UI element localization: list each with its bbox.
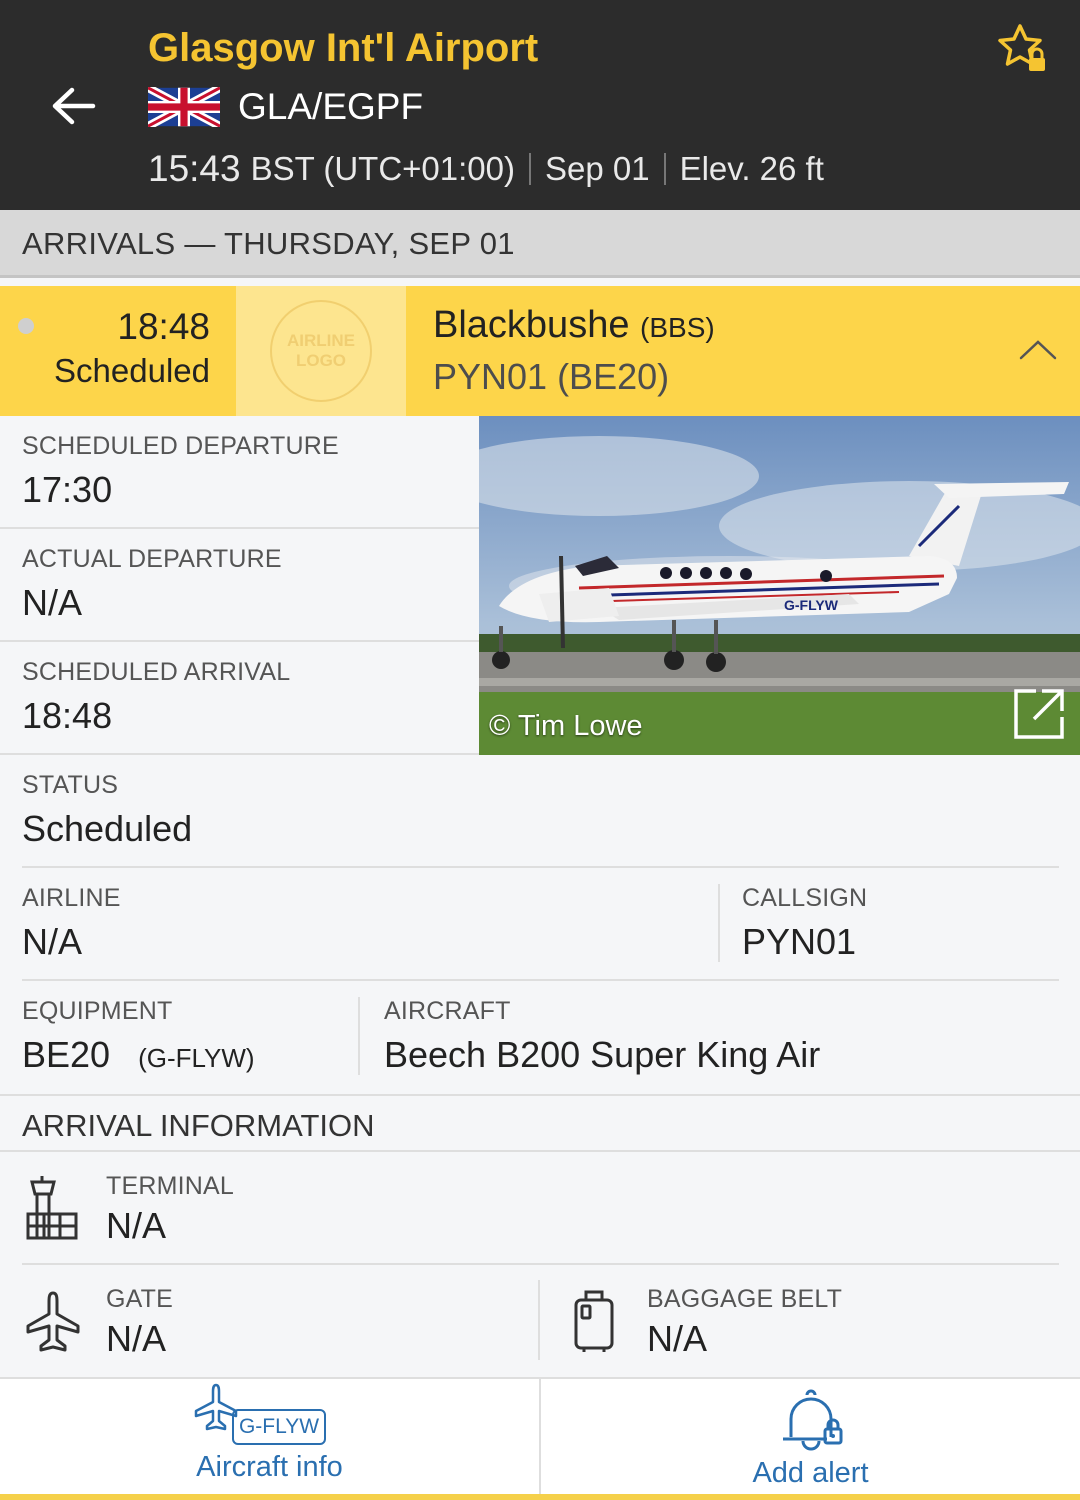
bottom-accent-bar — [0, 1494, 1080, 1500]
airline: AIRLINE N/A — [22, 884, 121, 963]
open-external-icon[interactable] — [1012, 687, 1066, 741]
logo-text-1: AIRLINE — [287, 331, 355, 350]
airline-logo: AIRLINE LOGO — [236, 286, 406, 416]
terminal-label: TERMINAL — [106, 1172, 235, 1200]
uk-flag-icon — [148, 87, 220, 127]
scheduled-arrival-label: SCHEDULED ARRIVAL — [22, 658, 291, 686]
aircraft-info-label: Aircraft info — [196, 1451, 343, 1483]
status-value: Scheduled — [22, 808, 193, 849]
divider — [358, 997, 360, 1075]
actual-departure: ACTUAL DEPARTURE N/A — [22, 545, 282, 624]
airline-label: AIRLINE — [22, 884, 121, 912]
scheduled-departure-label: SCHEDULED DEPARTURE — [22, 432, 339, 460]
arrivals-section-header: ARRIVALS — THURSDAY, SEP 01 — [0, 210, 1080, 278]
photo-credit: © Tim Lowe — [489, 710, 643, 742]
equipment-registration: (G-FLYW) — [138, 1043, 255, 1073]
add-alert-button[interactable]: Add alert — [541, 1379, 1080, 1495]
control-tower-icon — [26, 1176, 78, 1240]
divider — [718, 884, 720, 962]
bottom-action-bar: G-FLYW Aircraft info Add alert — [0, 1377, 1080, 1500]
scheduled-arrival: SCHEDULED ARRIVAL 18:48 — [22, 658, 290, 737]
divider — [0, 527, 479, 529]
app-header: Glasgow Int'l Airport GLA/EGPF 15:43 BST… — [0, 0, 1080, 210]
favorite-button[interactable] — [996, 22, 1050, 76]
scheduled-departure: SCHEDULED DEPARTURE 17:30 — [22, 432, 339, 511]
divider — [22, 979, 1059, 981]
airport-codes: GLA/EGPF — [238, 86, 424, 127]
arrival-info-header: ARRIVAL INFORMATION — [0, 1094, 1080, 1152]
flight-summary-row[interactable]: 18:48 Scheduled AIRLINE LOGO Blackbushe … — [0, 286, 1080, 416]
aircraft-photo-image: G-FLYW — [479, 416, 1080, 755]
section-title: ARRIVALS — THURSDAY, SEP 01 — [22, 226, 515, 261]
airline-logo-placeholder: AIRLINE LOGO — [270, 300, 372, 402]
flight-time: 18:48 — [117, 306, 210, 347]
origin-code: (BBS) — [640, 312, 715, 343]
equipment: EQUIPMENT BE20 (G-FLYW) — [22, 997, 255, 1076]
status-dot-icon — [18, 318, 34, 334]
actual-departure-value: N/A — [22, 582, 83, 623]
divider — [22, 1263, 1059, 1265]
flight-origin: Blackbushe (BBS) — [433, 304, 715, 347]
gate: GATE N/A — [106, 1285, 173, 1360]
equipment-value: BE20 (G-FLYW) — [22, 1034, 255, 1076]
gate-label: GATE — [106, 1285, 174, 1313]
arrow-left-icon — [52, 87, 96, 125]
status-label: STATUS — [22, 771, 119, 799]
aircraft-label: AIRCRAFT — [384, 997, 511, 1025]
divider — [0, 640, 479, 642]
flight-number: PYN01 (BE20) — [433, 356, 670, 397]
add-alert-label: Add alert — [752, 1457, 869, 1489]
airport-meta: 15:43 BST (UTC+01:00) Sep 01 Elev. 26 ft — [148, 148, 824, 190]
callsign-value: PYN01 — [742, 921, 857, 962]
logo-text-2: LOGO — [295, 351, 347, 370]
actual-departure-label: ACTUAL DEPARTURE — [22, 545, 282, 573]
aircraft: AIRCRAFT Beech B200 Super King Air — [384, 997, 820, 1076]
scheduled-arrival-value: 18:48 — [22, 695, 113, 736]
divider — [663, 153, 666, 185]
timezone: BST (UTC+01:00) — [250, 150, 515, 187]
flight-status: Scheduled — [54, 352, 210, 389]
baggage-icon — [574, 1290, 614, 1352]
aircraft-registration-tag: G-FLYW — [232, 1409, 326, 1445]
chevron-up-icon[interactable] — [1018, 334, 1058, 364]
divider — [529, 153, 531, 185]
elevation: Elev. 26 ft — [679, 150, 824, 187]
aircraft-info-button[interactable]: G-FLYW Aircraft info — [0, 1379, 539, 1495]
airport-code-row: GLA/EGPF — [148, 86, 423, 128]
divider — [22, 866, 1059, 868]
local-time: 15:43 — [148, 148, 241, 189]
airport-name: Glasgow Int'l Airport — [148, 26, 539, 70]
arrival-info-title: ARRIVAL INFORMATION — [22, 1108, 375, 1143]
equipment-type: BE20 — [22, 1034, 111, 1075]
flight-time-block: 18:48 Scheduled — [0, 286, 236, 416]
local-date: Sep 01 — [545, 150, 650, 187]
terminal-value: N/A — [106, 1205, 167, 1246]
airplane-icon — [26, 1291, 80, 1352]
star-lock-icon — [998, 24, 1045, 71]
gate-value: N/A — [106, 1318, 167, 1359]
callsign: CALLSIGN PYN01 — [742, 884, 867, 963]
scheduled-departure-value: 17:30 — [22, 469, 113, 510]
callsign-label: CALLSIGN — [742, 884, 868, 912]
baggage-value: N/A — [647, 1318, 708, 1359]
tail-registration: G-FLYW — [784, 597, 839, 613]
baggage-label: BAGGAGE BELT — [647, 1285, 843, 1313]
equipment-label: EQUIPMENT — [22, 997, 173, 1025]
terminal: TERMINAL N/A — [106, 1172, 234, 1247]
aircraft-photo[interactable]: G-FLYW © Tim Lowe — [479, 416, 1080, 755]
baggage-belt: BAGGAGE BELT N/A — [647, 1285, 842, 1360]
bell-lock-icon — [783, 1389, 843, 1451]
status: STATUS Scheduled — [22, 771, 192, 850]
origin-name: Blackbushe — [433, 304, 630, 346]
airline-value: N/A — [22, 921, 83, 962]
divider — [538, 1280, 540, 1360]
back-button[interactable] — [44, 78, 104, 134]
aircraft-value: Beech B200 Super King Air — [384, 1034, 821, 1075]
